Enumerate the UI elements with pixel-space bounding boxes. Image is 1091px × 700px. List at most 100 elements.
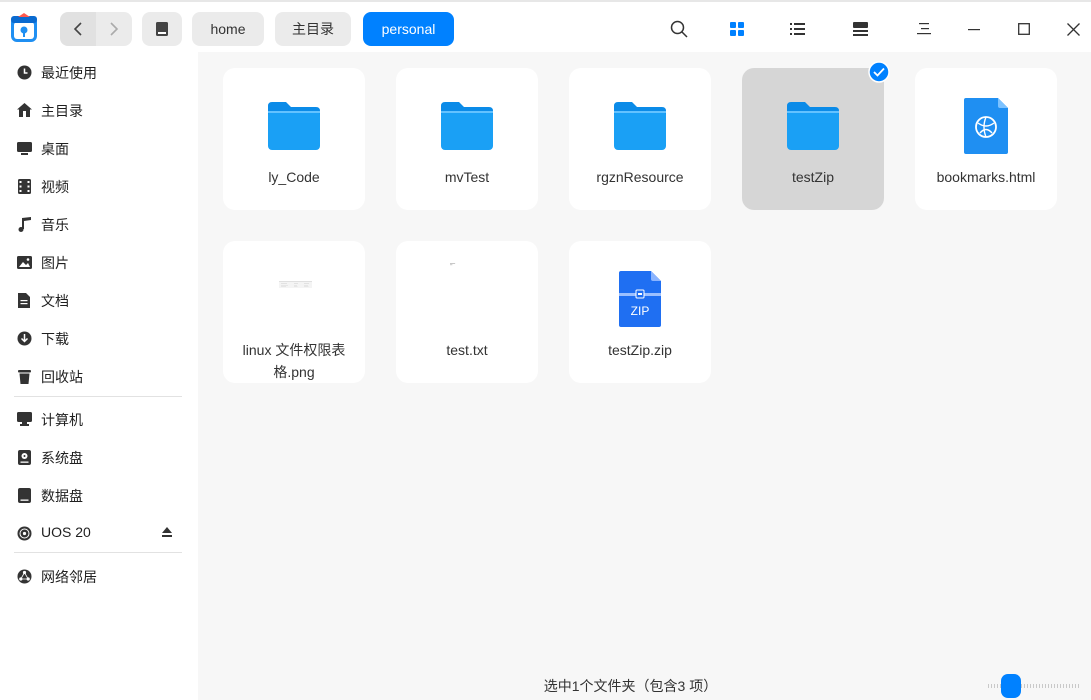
icon-size-slider-handle[interactable] [1001, 674, 1021, 698]
title-bar: home 主目录 personal [0, 0, 1091, 52]
detail-view-button[interactable] [847, 16, 873, 42]
sidebar-item-desktop[interactable]: 桌面 [0, 131, 198, 165]
chevron-left-icon [73, 22, 82, 36]
file-item-ly-code[interactable]: ly_Code [223, 68, 365, 210]
file-item-mvtest[interactable]: mvTest [396, 68, 538, 210]
sidebar-item-label: 视频 [41, 179, 69, 195]
file-view: ly_Code mvTest rgznResource testZip book… [198, 52, 1091, 700]
maximize-button[interactable] [1011, 16, 1037, 42]
file-name: rgznResource [596, 169, 684, 185]
file-item-testzip-zip[interactable]: ZIP testZip.zip [569, 241, 711, 383]
sidebar-item-documents[interactable]: 文档 [0, 283, 198, 317]
minimize-button[interactable] [961, 16, 987, 42]
data-disk-icon [16, 487, 32, 503]
network-icon [16, 568, 32, 584]
sidebar-divider [14, 396, 182, 397]
sidebar-item-label: 桌面 [41, 141, 69, 157]
video-icon [16, 178, 32, 194]
sidebar-item-computer[interactable]: 计算机 [0, 402, 198, 436]
image-thumbnail-icon [279, 281, 312, 288]
home-icon [16, 102, 32, 118]
zip-file-icon [619, 271, 661, 327]
sidebar-item-home[interactable]: 主目录 [0, 93, 198, 127]
sidebar-item-network[interactable]: 网络邻居 [0, 559, 198, 593]
sidebar-item-label: 计算机 [41, 412, 83, 428]
maximize-icon [1018, 23, 1030, 35]
sidebar-toggle-button[interactable] [142, 12, 182, 46]
zip-badge-label: ZIP [630, 304, 650, 318]
sidebar-item-pictures[interactable]: 图片 [0, 245, 198, 279]
file-item-linux-png[interactable]: linux 文件权限表格.png [223, 241, 365, 383]
file-name: ly_Code [268, 169, 320, 185]
grid-view-icon [730, 22, 744, 36]
grid-view-button[interactable] [724, 16, 750, 42]
selection-check-icon [868, 61, 890, 83]
file-name: testZip.zip [608, 342, 672, 358]
sidebar-item-label: 回收站 [41, 369, 83, 385]
sidebar-item-label: 下载 [41, 331, 69, 347]
list-view-button[interactable] [784, 16, 810, 42]
sidebar-item-music[interactable]: 音乐 [0, 207, 198, 241]
sidebar-item-label: 图片 [41, 255, 69, 271]
sidebar-item-system-disk[interactable]: 系统盘 [0, 440, 198, 474]
menu-icon [917, 23, 931, 35]
sidebar-item-label: 网络邻居 [41, 569, 97, 585]
file-name: test.txt [446, 342, 488, 358]
sidebar-toggle-icon [156, 22, 168, 36]
breadcrumb-main-directory[interactable]: 主目录 [275, 12, 351, 46]
sidebar-item-label: 文档 [41, 293, 69, 309]
close-icon [1066, 22, 1080, 36]
sidebar-item-video[interactable]: 视频 [0, 169, 198, 203]
sidebar-item-label: 数据盘 [41, 488, 83, 504]
folder-icon [614, 102, 666, 150]
sidebar-divider [14, 552, 182, 553]
detail-view-icon [852, 22, 868, 36]
text-thumbnail-icon [450, 263, 456, 266]
folder-icon [787, 102, 839, 150]
recent-icon [16, 64, 32, 80]
file-name: linux 文件权限表格.png [242, 342, 346, 380]
computer-icon [16, 411, 32, 427]
sidebar-item-uos20[interactable]: UOS 20 [0, 516, 198, 550]
system-disk-icon [16, 449, 32, 465]
music-icon [16, 216, 32, 232]
minimize-icon [968, 29, 980, 31]
sidebar-item-downloads[interactable]: 下载 [0, 321, 198, 355]
trash-icon [16, 368, 32, 384]
back-button[interactable] [60, 12, 96, 46]
eject-icon[interactable] [161, 526, 173, 538]
file-item-bookmarks-html[interactable]: bookmarks.html [915, 68, 1057, 210]
breadcrumb-home[interactable]: home [192, 12, 264, 46]
disc-icon [16, 525, 32, 541]
search-icon [670, 20, 688, 38]
html-file-icon [964, 98, 1008, 154]
forward-button[interactable] [96, 12, 132, 46]
breadcrumb-personal[interactable]: personal [363, 12, 454, 46]
sidebar-item-label: 系统盘 [41, 450, 83, 466]
main-menu-button[interactable] [911, 16, 937, 42]
sidebar-item-trash[interactable]: 回收站 [0, 359, 198, 393]
download-icon [16, 330, 32, 346]
desktop-icon [16, 140, 32, 156]
picture-icon [16, 254, 32, 270]
file-item-test-txt[interactable]: test.txt [396, 241, 538, 383]
file-name: mvTest [444, 169, 490, 185]
close-button[interactable] [1060, 16, 1086, 42]
file-name: testZip [791, 169, 834, 185]
app-logo-icon[interactable] [10, 13, 38, 43]
sidebar-item-label: 主目录 [41, 103, 83, 119]
chevron-right-icon [110, 22, 119, 36]
file-item-rgznresource[interactable]: rgznResource [569, 68, 711, 210]
file-name: bookmarks.html [936, 169, 1036, 185]
search-button[interactable] [666, 16, 692, 42]
sidebar-item-recent[interactable]: 最近使用 [0, 55, 198, 89]
sidebar: 最近使用 主目录 桌面 视频 音乐 图片 文档 下载 回收站 计算机 系统盘 数… [0, 52, 198, 700]
folder-icon [441, 102, 493, 150]
sidebar-item-label: UOS 20 [41, 524, 91, 540]
document-icon [16, 292, 32, 308]
sidebar-item-data-disk[interactable]: 数据盘 [0, 478, 198, 512]
list-view-icon [789, 23, 805, 35]
sidebar-item-label: 音乐 [41, 217, 69, 233]
status-text: 选中1个文件夹（包含3 项） [543, 678, 718, 694]
file-item-testzip[interactable]: testZip [742, 68, 884, 210]
